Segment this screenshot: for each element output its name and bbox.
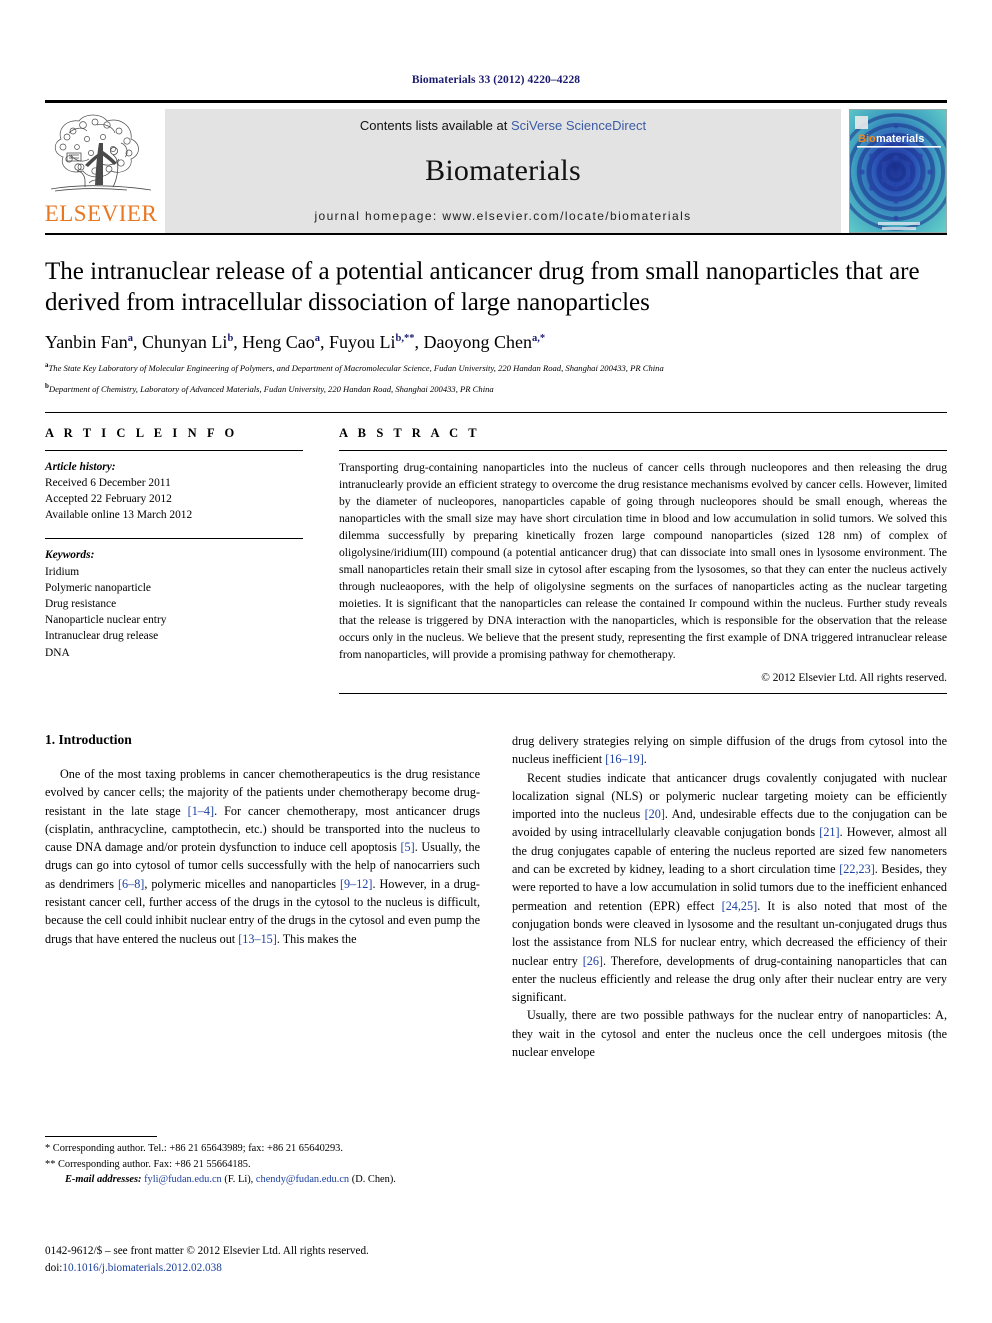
keyword-item: Polymeric nanoparticle: [45, 581, 151, 594]
elsevier-tree-icon: [47, 109, 155, 201]
page-title: The intranuclear release of a potential …: [45, 258, 920, 316]
author-list: Yanbin Fana, Chunyan Lib, Heng Caoa, Fuy…: [45, 332, 546, 352]
keywords-group: Keywords: Iridium Polymeric nanoparticle…: [45, 547, 303, 660]
citation-ref[interactable]: [16–19]: [605, 752, 644, 766]
elsevier-wordmark: ELSEVIER: [44, 201, 158, 226]
citation-ref[interactable]: [26]: [583, 954, 603, 968]
abstract-heading: A B S T R A C T: [339, 425, 481, 440]
email-addresses-note: E-mail addresses: fyli@fudan.edu.cn (F. …: [45, 1172, 480, 1188]
contents-prefix: Contents lists available at: [359, 118, 511, 133]
journal-title: Biomaterials: [425, 154, 581, 187]
email-link-2[interactable]: chendy@fudan.edu.cn: [256, 1174, 349, 1185]
author-affil-marker: b,**: [395, 333, 415, 344]
keyword-item: Drug resistance: [45, 597, 117, 610]
doi-link[interactable]: 10.1016/j.biomaterials.2012.02.038: [62, 1262, 221, 1274]
author-affil-marker: a: [314, 333, 321, 344]
journal-homepage-line[interactable]: journal homepage: www.elsevier.com/locat…: [314, 209, 691, 223]
article-info-separator: [45, 538, 303, 540]
abstract-copyright: © 2012 Elsevier Ltd. All rights reserved…: [761, 672, 947, 684]
citation-ref[interactable]: [22,23]: [839, 862, 875, 876]
intro-paragraph-1-continued: drug delivery strategies relying on simp…: [512, 734, 947, 767]
svg-text:Bio: Bio: [858, 133, 876, 145]
affiliation-line: bDepartment of Chemistry, Laboratory of …: [45, 381, 947, 395]
journal-masthead: ELSEVIER Contents lists available at Sci…: [45, 100, 947, 233]
running-head: Biomaterials 33 (2012) 4220–4228: [411, 74, 581, 86]
journal-banner: Contents lists available at SciVerse Sci…: [165, 109, 841, 233]
info-abstract-row: A R T I C L E I N F O Article history: R…: [45, 426, 947, 694]
body-columns: 1. Introduction One of the most taxing p…: [45, 732, 947, 1202]
abstract-column: A B S T R A C T Transporting drug-contai…: [339, 426, 947, 694]
citation-ref[interactable]: [24,25]: [722, 899, 758, 913]
article-history-label: Article history:: [45, 460, 116, 473]
doi-prefix: doi:: [45, 1261, 63, 1274]
author-name: Chunyan Li: [141, 332, 228, 352]
author-name: Fuyou Li: [329, 332, 396, 352]
elsevier-logo: ELSEVIER: [45, 109, 157, 233]
affiliation-text: Department of Chemistry, Laboratory of A…: [48, 384, 494, 395]
keyword-item: Nanoparticle nuclear entry: [45, 614, 167, 627]
article-history-item: Accepted 22 February 2012: [45, 493, 172, 505]
keyword-item: DNA: [45, 646, 70, 659]
citation-ref[interactable]: [21]: [819, 825, 839, 839]
citation-ref[interactable]: [5]: [400, 840, 414, 854]
citation-ref[interactable]: [1–4]: [188, 804, 214, 818]
section-heading-introduction: 1. Introduction: [45, 732, 132, 747]
citation-ref[interactable]: [9–12]: [340, 877, 373, 891]
journal-cover-thumbnail: Bio materials: [849, 109, 947, 233]
abstract-bottom-rule: [339, 693, 947, 694]
citation-ref[interactable]: [20]: [645, 807, 665, 821]
footnote-rule: [45, 1136, 157, 1137]
article-info-rule: [45, 449, 303, 451]
footnotes-block: * Corresponding author. Tel.: +86 21 656…: [45, 1136, 480, 1188]
author-affil-marker: a,*: [531, 333, 546, 344]
article-history-item: Available online 13 March 2012: [45, 509, 193, 522]
citation-ref[interactable]: [6–8]: [118, 877, 144, 891]
body-column-left: 1. Introduction One of the most taxing p…: [45, 732, 480, 1202]
corresponding-author-note-2: ** Corresponding author. Fax: +86 21 556…: [45, 1158, 251, 1170]
intro-paragraph-3: Usually, there are two possible pathways…: [512, 1008, 947, 1060]
svg-text:materials: materials: [876, 133, 924, 145]
email-owner-2: (D. Chen).: [351, 1174, 396, 1186]
paper-page: Biomaterials 33 (2012) 4220–4228 ELSEVIE…: [0, 0, 992, 1323]
email-label: E-mail addresses:: [65, 1174, 142, 1186]
affiliation-line: aThe State Key Laboratory of Molecular E…: [45, 360, 947, 374]
author-name: Daoyong Chen: [423, 332, 532, 352]
author-name: Heng Cao: [242, 332, 315, 352]
email-owner-1: (F. Li),: [224, 1174, 254, 1186]
email-link-1[interactable]: fyli@fudan.edu.cn: [144, 1174, 222, 1185]
author-affil-marker: a: [127, 333, 133, 344]
abstract-rule: [339, 449, 947, 451]
doi-line: doi:10.1016/j.biomaterials.2012.02.038: [45, 1260, 505, 1277]
masthead-bottom-rule: [45, 233, 947, 235]
intro-paragraph-1: One of the most taxing problems in cance…: [45, 767, 481, 946]
body-column-right: drug delivery strategies relying on simp…: [512, 732, 947, 1202]
article-history-group: Article history: Received 6 December 201…: [45, 459, 303, 524]
info-section-top-rule: [45, 411, 947, 413]
sciencedirect-link[interactable]: SciVerse ScienceDirect: [511, 118, 646, 133]
affiliation-text: The State Key Laboratory of Molecular En…: [48, 362, 664, 373]
contents-available-line: Contents lists available at SciVerse Sci…: [360, 118, 646, 133]
article-history-item: Received 6 December 2011: [45, 476, 171, 489]
keyword-item: Iridium: [45, 565, 80, 578]
author-name: Yanbin Fan: [45, 332, 128, 352]
keyword-item: Intranuclear drug release: [45, 630, 159, 643]
citation-ref[interactable]: [13–15]: [238, 932, 277, 946]
author-affil-marker: b: [227, 333, 234, 344]
issn-line: 0142-9612/$ – see front matter © 2012 El…: [45, 1245, 369, 1257]
article-info-heading: A R T I C L E I N F O: [45, 425, 238, 440]
intro-paragraph-2: Recent studies indicate that anticancer …: [512, 770, 948, 1005]
corresponding-author-note-1: * Corresponding author. Tel.: +86 21 656…: [45, 1143, 343, 1154]
keywords-label: Keywords:: [45, 549, 95, 562]
article-info-column: A R T I C L E I N F O Article history: R…: [45, 426, 303, 694]
issn-doi-block: 0142-9612/$ – see front matter © 2012 El…: [45, 1243, 505, 1277]
abstract-text: Transporting drug-containing nanoparticl…: [339, 460, 947, 661]
